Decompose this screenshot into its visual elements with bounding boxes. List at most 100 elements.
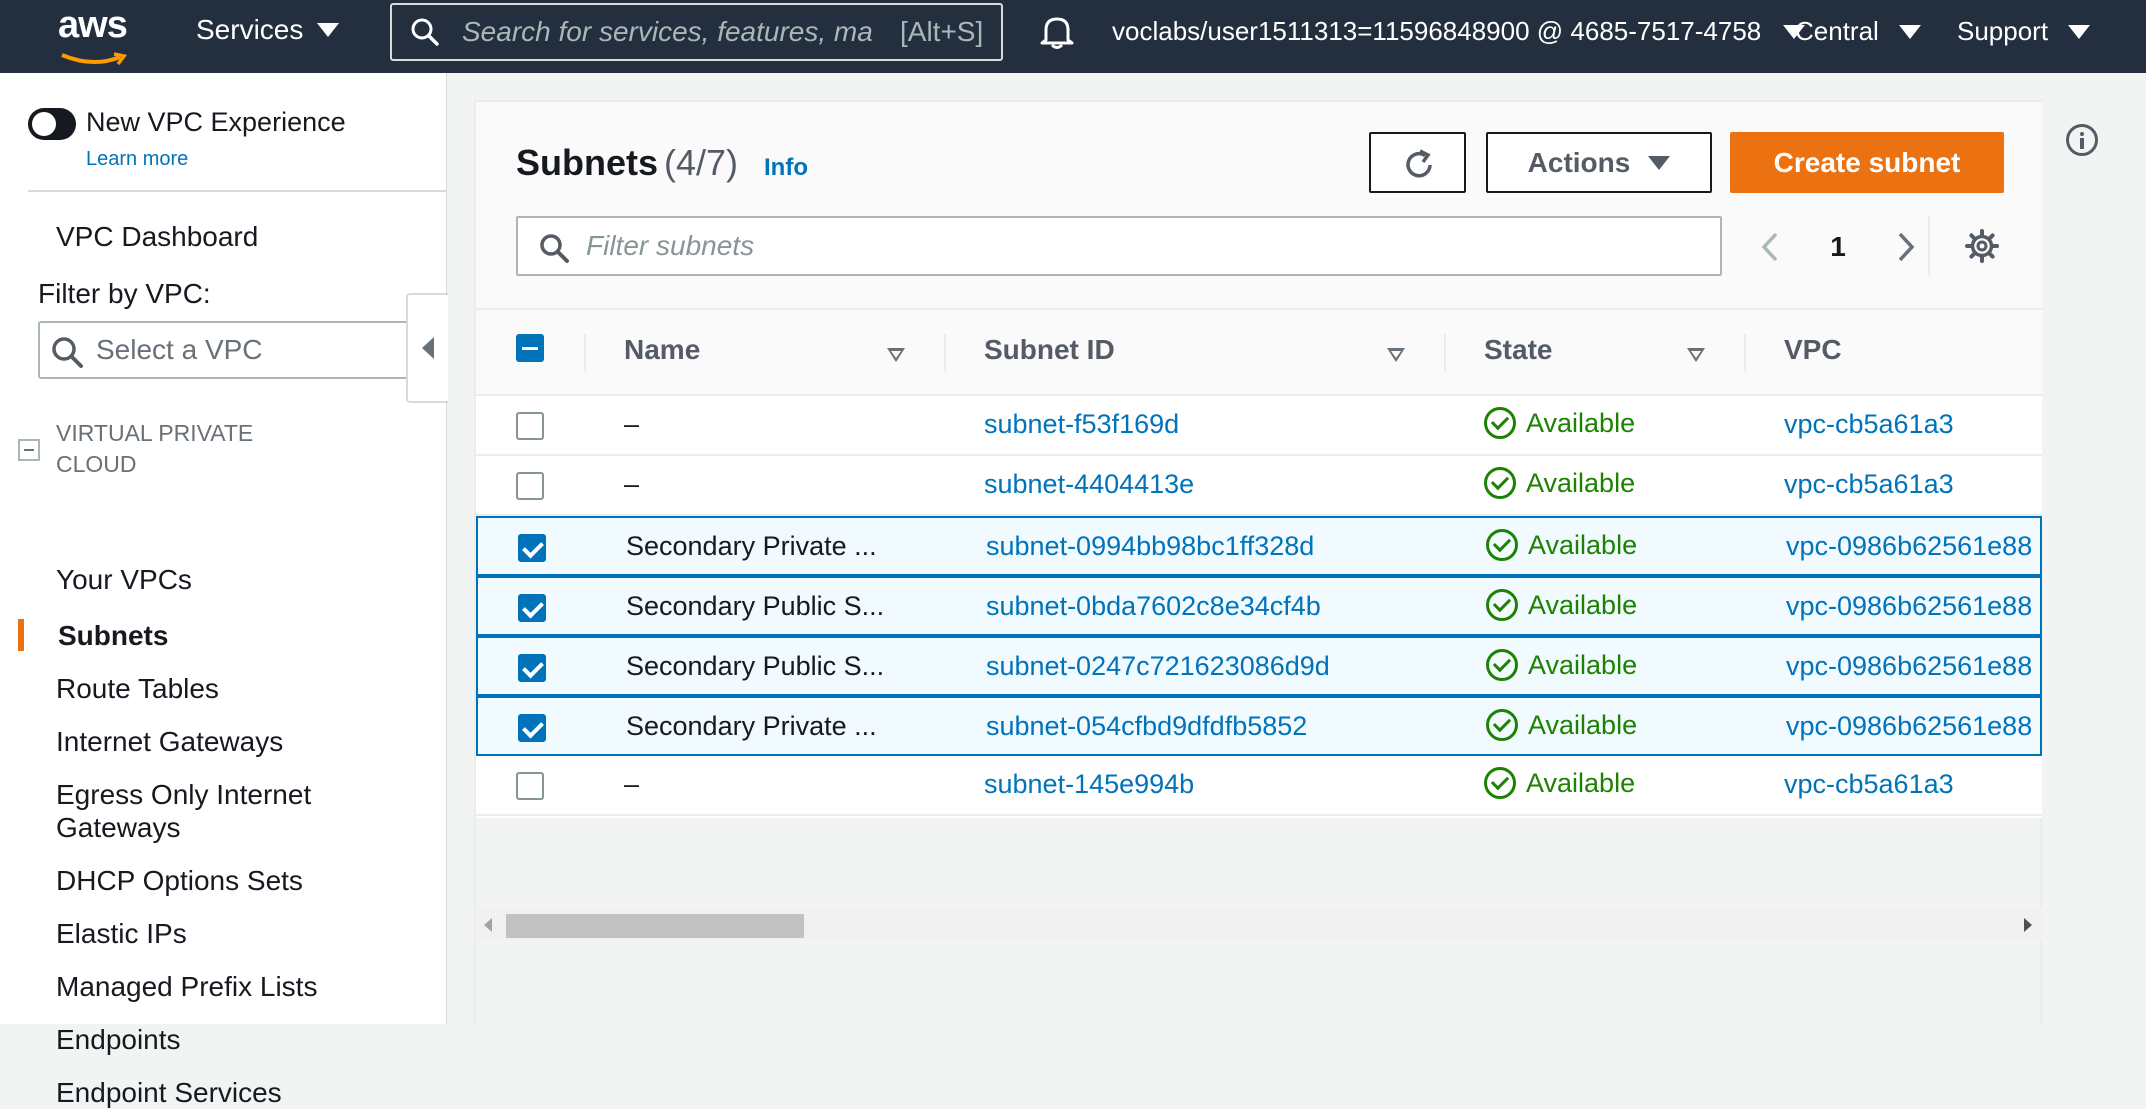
learn-more-link[interactable]: Learn more <box>86 148 188 171</box>
current-page-number[interactable]: 1 <box>1830 231 1846 263</box>
cell-subnet-id-link[interactable]: subnet-4404413e <box>984 469 1194 500</box>
row-checkbox[interactable] <box>518 654 546 682</box>
support-menu[interactable]: Support <box>1957 16 2091 47</box>
aws-smile-icon <box>61 52 128 66</box>
sidebar-item-endpoint-services[interactable]: Endpoint Services <box>56 1076 282 1109</box>
filter-subnets-input[interactable]: Filter subnets <box>516 216 1722 276</box>
status-ok-icon <box>1484 767 1516 799</box>
chevron-left-icon[interactable] <box>1758 230 1782 264</box>
notifications-bell-icon[interactable] <box>1040 14 1074 57</box>
preferences-gear-icon[interactable] <box>1964 228 2000 269</box>
new-vpc-experience-toggle[interactable] <box>28 108 76 140</box>
state-label: Available <box>1528 529 1638 560</box>
cell-subnet-id-link[interactable]: subnet-054cfbd9dfdfb5852 <box>986 711 1307 742</box>
sort-icon[interactable] <box>1387 348 1405 362</box>
cell-name: Secondary Private ... <box>626 531 877 561</box>
table-row[interactable]: – subnet-145e994b Available vpc-cb5a61a3 <box>476 756 2042 816</box>
cell-name: – <box>624 409 640 439</box>
sidebar-item-vpc-dashboard[interactable]: VPC Dashboard <box>56 221 258 253</box>
column-header-vpc[interactable]: VPC <box>1784 334 1842 366</box>
page-title-text: Subnets <box>516 142 659 183</box>
table-row[interactable]: – subnet-f53f169d Available vpc-cb5a61a3 <box>476 396 2042 456</box>
sidebar-item-egress-only-internet-gateways[interactable]: Egress Only Internet Gateways <box>56 778 356 844</box>
sort-icon[interactable] <box>1687 348 1705 362</box>
info-link[interactable]: Info <box>764 154 808 182</box>
row-checkbox[interactable] <box>516 472 544 500</box>
vpc-sidebar: New VPC Experience Learn more VPC Dashbo… <box>0 73 448 1108</box>
row-checkbox[interactable] <box>516 412 544 440</box>
chevron-right-icon[interactable] <box>1894 230 1918 264</box>
table-row[interactable]: Secondary Public S... subnet-0bda7602c8e3… <box>476 576 2042 636</box>
sidebar-item-dhcp-options-sets[interactable]: DHCP Options Sets <box>56 864 303 897</box>
region-label: Central <box>1795 16 1879 46</box>
cell-subnet-id-link[interactable]: subnet-145e994b <box>984 769 1194 800</box>
sidebar-item-endpoints[interactable]: Endpoints <box>56 1023 181 1056</box>
vpc-select-input[interactable]: Select a VPC <box>38 321 408 379</box>
scroll-left-arrow-icon[interactable] <box>484 918 492 932</box>
collapse-section-icon[interactable] <box>18 439 40 461</box>
collapse-sidebar-button[interactable] <box>406 293 448 403</box>
cell-vpc-link[interactable]: vpc-cb5a61a3 <box>1784 409 1954 440</box>
services-menu[interactable]: Services <box>196 14 340 46</box>
table-row[interactable]: – subnet-4404413e Available vpc-cb5a61a3 <box>476 456 2042 516</box>
global-search-input[interactable]: Search for services, features, ma [Alt+S… <box>390 3 1003 61</box>
account-label: voclabs/user1511313=11596848900 @ 4685-7… <box>1112 16 1762 46</box>
selection-count: (4/7) <box>664 142 739 183</box>
aws-logo[interactable]: aws <box>58 6 136 66</box>
cell-name: – <box>624 769 640 799</box>
region-menu[interactable]: Central <box>1795 16 1921 47</box>
vpc-select-placeholder: Select a VPC <box>96 334 263 365</box>
refresh-button[interactable] <box>1369 132 1466 193</box>
status-ok-icon <box>1486 529 1518 561</box>
search-shortcut: [Alt+S] <box>900 16 984 47</box>
sidebar-item-elastic-ips[interactable]: Elastic IPs <box>56 917 187 950</box>
state-label: Available <box>1526 407 1636 438</box>
info-panel-icon[interactable] <box>2066 124 2098 156</box>
column-header-name[interactable]: Name <box>624 334 700 366</box>
cell-vpc-link[interactable]: vpc-0986b62561e88 <box>1786 531 2032 562</box>
account-menu[interactable]: voclabs/user1511313=11596848900 @ 4685-7… <box>1112 16 1806 47</box>
cell-vpc-link[interactable]: vpc-cb5a61a3 <box>1784 469 1954 500</box>
sidebar-item-internet-gateways[interactable]: Internet Gateways <box>56 725 283 758</box>
column-divider <box>1444 334 1446 372</box>
search-icon <box>411 18 439 46</box>
refresh-icon <box>1406 149 1432 178</box>
row-checkbox[interactable] <box>516 772 544 800</box>
cell-vpc-link[interactable]: vpc-0986b62561e88 <box>1786 651 2032 682</box>
column-divider <box>584 334 586 372</box>
sort-icon[interactable] <box>887 348 905 362</box>
cell-subnet-id-link[interactable]: subnet-f53f169d <box>984 409 1179 440</box>
cell-subnet-id-link[interactable]: subnet-0247c721623086d9d <box>986 651 1330 682</box>
cell-vpc-link[interactable]: vpc-0986b62561e88 <box>1786 711 2032 742</box>
cell-subnet-id-link[interactable]: subnet-0bda7602c8e34cf4b <box>986 591 1321 622</box>
toggle-knob <box>32 112 56 136</box>
row-checkbox[interactable] <box>518 534 546 562</box>
row-checkbox[interactable] <box>518 594 546 622</box>
table-row[interactable]: Secondary Private ... subnet-054cfbd9dfdf… <box>476 696 2042 756</box>
table-row[interactable]: Secondary Private ... subnet-0994bb98bc1f… <box>476 516 2042 576</box>
scroll-right-arrow-icon[interactable] <box>2024 918 2032 932</box>
cell-state: Available <box>1484 467 1635 499</box>
page-title: Subnets (4/7) <box>516 142 738 184</box>
row-checkbox[interactable] <box>518 714 546 742</box>
sidebar-item-your-vpcs[interactable]: Your VPCs <box>56 563 192 596</box>
pagination: 1 <box>1758 220 1918 274</box>
cell-vpc-link[interactable]: vpc-0986b62561e88 <box>1786 591 2032 622</box>
column-header-subnet-id[interactable]: Subnet ID <box>984 334 1115 366</box>
cell-subnet-id-link[interactable]: subnet-0994bb98bc1ff328d <box>986 531 1314 562</box>
column-header-state[interactable]: State <box>1484 334 1552 366</box>
cell-state: Available <box>1486 649 1637 681</box>
cell-state: Available <box>1484 407 1635 439</box>
sidebar-item-route-tables[interactable]: Route Tables <box>56 672 219 705</box>
select-all-checkbox[interactable] <box>516 334 544 362</box>
create-subnet-button[interactable]: Create subnet <box>1730 132 2004 193</box>
actions-dropdown-button[interactable]: Actions <box>1486 132 1712 193</box>
sidebar-item-subnets[interactable]: Subnets <box>58 619 168 652</box>
scrollbar-thumb[interactable] <box>506 914 804 938</box>
sidebar-item-managed-prefix-lists[interactable]: Managed Prefix Lists <box>56 970 317 1003</box>
section-heading-virtual-private-cloud: Virtual Private Cloud <box>56 420 254 477</box>
horizontal-scrollbar[interactable] <box>476 908 2042 940</box>
table-row[interactable]: Secondary Public S... subnet-0247c7216230… <box>476 636 2042 696</box>
state-label: Available <box>1528 589 1638 620</box>
cell-vpc-link[interactable]: vpc-cb5a61a3 <box>1784 769 1954 800</box>
